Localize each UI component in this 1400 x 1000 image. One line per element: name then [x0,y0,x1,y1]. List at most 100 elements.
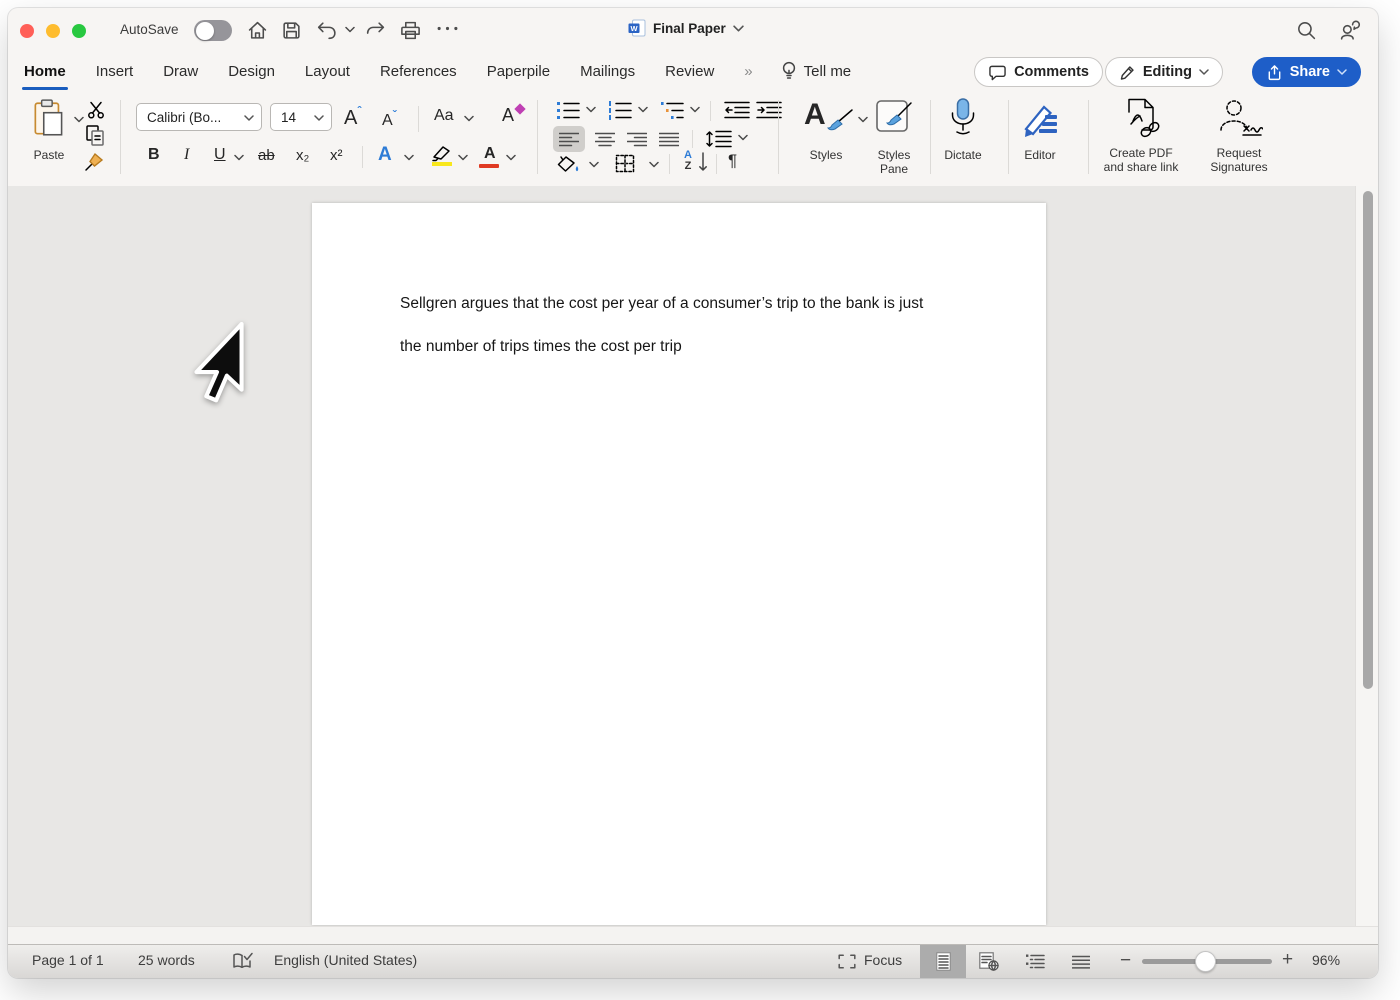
tab-layout[interactable]: Layout [305,61,350,82]
zoom-out-button[interactable]: − [1120,950,1131,972]
vertical-scrollbar[interactable] [1355,186,1378,927]
more-quick-actions-icon[interactable] [436,24,458,46]
numbering-button[interactable] [608,100,632,120]
clear-formatting-button[interactable]: A [502,105,524,126]
text-effects-button[interactable]: A [378,144,392,166]
zoom-traffic-light[interactable] [72,24,86,38]
tab-overflow-icon[interactable]: » [744,63,750,80]
home-icon[interactable] [247,20,269,42]
line-spacing-dropdown-icon[interactable] [738,134,748,141]
editing-dropdown-icon [1199,69,1209,75]
align-left-button[interactable] [553,126,585,152]
tab-draw[interactable]: Draw [163,61,198,82]
spellcheck-icon[interactable] [232,951,254,971]
borders-button[interactable] [615,154,635,173]
document-title-group[interactable]: W Final Paper [628,19,744,37]
copy-icon[interactable] [84,124,106,148]
tab-review[interactable]: Review [665,61,714,82]
styles-dropdown-icon[interactable] [858,116,868,123]
zoom-in-button[interactable]: + [1282,949,1293,971]
tab-paperpile[interactable]: Paperpile [487,61,550,82]
italic-button[interactable]: I [184,146,189,164]
print-icon[interactable] [400,20,422,42]
align-center-button[interactable] [589,126,621,152]
document-page[interactable]: Sellgren argues that the cost per year o… [312,203,1046,925]
text-effects-dropdown-icon[interactable] [404,154,414,161]
change-case-button[interactable]: Aa [434,107,454,125]
cut-icon[interactable] [86,100,106,120]
draft-view-button[interactable] [1058,945,1104,978]
paste-dropdown-icon[interactable] [74,116,84,123]
language-indicator[interactable]: English (United States) [274,952,417,968]
bullets-button[interactable] [556,100,580,120]
line-spacing-button[interactable] [706,129,732,149]
undo-icon[interactable] [315,20,337,42]
multilevel-list-button[interactable] [660,100,684,120]
justify-button[interactable] [653,126,685,152]
font-name-select[interactable]: Calibri (Bo... [136,103,262,131]
comments-button[interactable]: Comments [974,57,1103,87]
editor-button[interactable] [1020,98,1060,140]
tab-references[interactable]: References [380,61,457,82]
redo-icon[interactable] [364,20,386,42]
focus-icon[interactable] [838,954,856,969]
tab-insert[interactable]: Insert [96,61,134,82]
print-layout-view-button[interactable] [920,945,966,978]
request-signatures-button[interactable] [1217,97,1263,141]
dictate-button[interactable] [944,97,982,141]
shading-dropdown-icon[interactable] [589,161,599,168]
shrink-font-button[interactable]: Aˇ [382,108,397,130]
align-right-button[interactable] [621,126,653,152]
people-presence-icon[interactable] [1339,20,1361,42]
zoom-slider-thumb[interactable] [1195,951,1216,972]
strikethrough-button[interactable]: ab [258,147,275,164]
change-case-dropdown-icon[interactable] [464,115,474,122]
multilevel-dropdown-icon[interactable] [690,106,700,113]
page-indicator[interactable]: Page 1 of 1 [32,952,104,968]
tab-mailings[interactable]: Mailings [580,61,635,82]
tab-home[interactable]: Home [24,61,66,82]
focus-label[interactable]: Focus [864,952,902,968]
grow-font-button[interactable]: Aˆ [344,104,361,130]
paragraph-mark-button[interactable]: ¶ [728,151,737,171]
styles-pane-button[interactable] [872,98,916,138]
format-painter-icon[interactable] [84,150,108,172]
word-count[interactable]: 25 words [138,952,195,968]
undo-dropdown-icon[interactable] [345,26,355,33]
font-size-select[interactable]: 14 [270,103,332,131]
scrollbar-thumb[interactable] [1363,191,1373,689]
search-icon[interactable] [1296,20,1318,42]
web-layout-view-button[interactable] [966,945,1012,978]
subscript-button[interactable]: x₂ [296,147,309,164]
document-line-2: the number of trips times the cost per t… [400,325,990,368]
superscript-button[interactable]: x² [330,147,343,164]
highlight-color-button[interactable] [430,144,454,166]
bold-button[interactable]: B [148,146,160,164]
font-color-dropdown-icon[interactable] [506,154,516,161]
autosave-toggle[interactable] [194,20,232,41]
borders-dropdown-icon[interactable] [649,161,659,168]
minimize-traffic-light[interactable] [46,24,60,38]
create-pdf-share-link-button[interactable] [1119,97,1165,141]
font-color-button[interactable]: A [484,145,496,163]
paste-label: Paste [18,148,80,162]
bullets-dropdown-icon[interactable] [586,106,596,113]
shading-button[interactable] [557,155,581,174]
outline-view-button[interactable] [1012,945,1058,978]
close-traffic-light[interactable] [20,24,34,38]
title-dropdown-icon[interactable] [733,25,744,32]
underline-button[interactable]: U [214,146,226,164]
editing-mode-button[interactable]: Editing [1105,57,1223,87]
share-dropdown-icon [1337,69,1347,75]
share-button[interactable]: Share [1252,57,1361,87]
highlight-dropdown-icon[interactable] [458,154,468,161]
underline-dropdown-icon[interactable] [234,154,244,161]
decrease-indent-button[interactable] [724,100,750,120]
tell-me-control[interactable]: Tell me [781,61,852,81]
tab-design[interactable]: Design [228,61,275,82]
numbering-dropdown-icon[interactable] [638,106,648,113]
paste-button[interactable] [28,98,70,140]
save-icon[interactable] [281,20,303,42]
sort-button[interactable]: AZ [682,150,694,172]
zoom-level[interactable]: 96% [1312,952,1340,968]
